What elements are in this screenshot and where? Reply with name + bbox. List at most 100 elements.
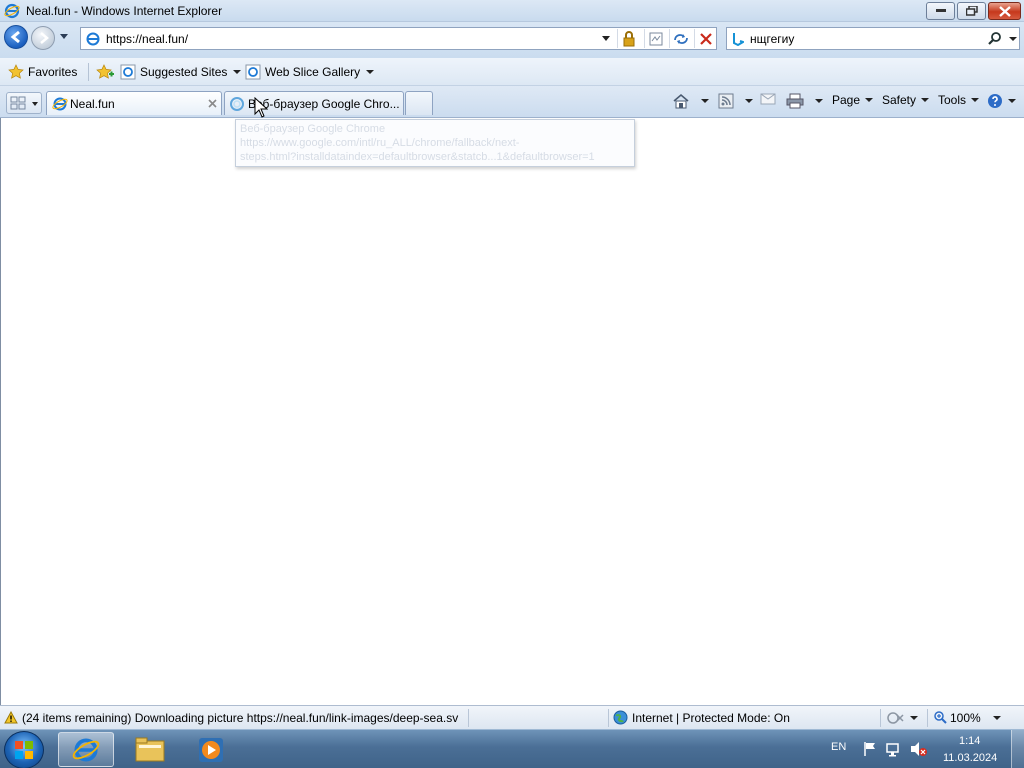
favorites-bar: Favorites Suggested Sites Web Slice Gall… xyxy=(0,58,1024,86)
search-icon[interactable] xyxy=(988,31,1002,45)
address-url[interactable]: https://neal.fun/ xyxy=(106,32,188,46)
tooltip-url-line: https://www.google.com/intl/ru_ALL/chrom… xyxy=(240,137,520,149)
taskbar-explorer-button[interactable] xyxy=(122,732,178,767)
windows-start-icon xyxy=(15,741,33,759)
tab-neal-fun[interactable]: Neal.fun xyxy=(46,91,222,115)
maximize-button[interactable] xyxy=(957,2,986,20)
media-player-icon xyxy=(199,738,223,762)
taskbar-ie-button[interactable] xyxy=(58,732,114,767)
web-slice-gallery-label: Web Slice Gallery xyxy=(265,65,361,79)
clock-time[interactable]: 1:14 xyxy=(959,735,980,747)
flag-icon[interactable] xyxy=(862,741,878,757)
tab-label: Neal.fun xyxy=(70,97,115,111)
tools-menu[interactable]: Tools xyxy=(938,93,980,107)
page-menu[interactable]: Page xyxy=(832,93,874,107)
tab-google-chrome[interactable]: Веб-браузер Google Chro... xyxy=(224,91,404,115)
forward-icon xyxy=(40,32,49,44)
chevron-down-icon xyxy=(921,98,930,102)
start-button[interactable] xyxy=(4,731,44,768)
print-button[interactable] xyxy=(786,93,823,109)
search-options-dropdown[interactable] xyxy=(1009,37,1017,41)
navigation-bar: https://neal.fun/ нщгегиу xyxy=(0,22,1024,58)
zoom-dropdown[interactable] xyxy=(993,716,1001,720)
chevron-down-icon xyxy=(1008,99,1016,103)
stop-button[interactable] xyxy=(694,29,716,48)
explorer-folder-icon xyxy=(135,737,165,762)
back-button[interactable] xyxy=(4,25,28,49)
new-tab-button[interactable] xyxy=(405,91,433,115)
help-button[interactable] xyxy=(987,93,1016,109)
search-box[interactable]: нщгегиу xyxy=(726,27,1020,50)
feeds-icon xyxy=(718,93,734,109)
favorites-button[interactable]: Favorites xyxy=(8,64,77,80)
suggested-sites-button[interactable]: Suggested Sites xyxy=(120,64,242,80)
mouse-cursor-icon xyxy=(254,97,268,118)
language-indicator[interactable]: EN xyxy=(831,741,846,753)
read-mail-button[interactable] xyxy=(760,93,776,105)
close-tab-icon[interactable] xyxy=(208,99,217,108)
refresh-button[interactable] xyxy=(669,29,691,48)
protected-mode-icon[interactable] xyxy=(887,711,905,725)
minimize-button[interactable] xyxy=(926,2,955,20)
tab-list-dropdown[interactable] xyxy=(32,102,38,106)
tab-tooltip: Веб-браузер Google Chrome https://www.go… xyxy=(235,119,635,167)
warning-icon[interactable] xyxy=(4,711,18,724)
recent-pages-dropdown[interactable] xyxy=(60,34,68,39)
taskbar-media-player-button[interactable] xyxy=(184,732,240,767)
chevron-down-icon xyxy=(745,99,753,103)
read-mail-icon xyxy=(760,93,776,105)
lock-icon xyxy=(623,30,634,46)
suggested-sites-label: Suggested Sites xyxy=(140,65,228,79)
compatibility-view-button[interactable] xyxy=(644,29,666,48)
zoom-icon xyxy=(934,711,947,724)
clock-date[interactable]: 11.03.2024 xyxy=(943,752,997,764)
globe-icon xyxy=(613,710,628,725)
status-text: (24 items remaining) Downloading picture… xyxy=(22,711,459,725)
window-title: Neal.fun - Windows Internet Explorer xyxy=(26,4,223,18)
forward-button[interactable] xyxy=(31,26,55,50)
security-zone[interactable]: Internet | Protected Mode: On xyxy=(632,711,790,725)
chevron-down-icon xyxy=(701,99,709,103)
volume-muted-icon[interactable] xyxy=(910,741,928,757)
home-button[interactable] xyxy=(672,93,709,109)
home-icon xyxy=(673,93,689,109)
restore-icon xyxy=(965,6,978,16)
tab-label: Веб-браузер Google Chro... xyxy=(248,97,400,111)
page-content[interactable] xyxy=(0,118,1024,705)
favorites-label: Favorites xyxy=(28,65,78,79)
chevron-down-icon xyxy=(971,98,980,102)
search-input[interactable]: нщгегиу xyxy=(750,32,794,46)
quick-tabs-button[interactable] xyxy=(6,92,42,114)
help-icon xyxy=(988,94,1002,108)
add-favorites-icon[interactable] xyxy=(96,64,114,80)
address-bar[interactable]: https://neal.fun/ xyxy=(80,27,717,50)
status-divider xyxy=(608,709,609,727)
favorites-star-icon xyxy=(8,64,24,79)
status-divider xyxy=(880,709,881,727)
minimize-icon xyxy=(935,9,946,12)
chevron-down-icon xyxy=(233,70,242,74)
safety-menu[interactable]: Safety xyxy=(882,93,930,107)
tools-menu-label: Tools xyxy=(938,93,967,107)
ie-icon xyxy=(72,738,100,762)
stop-icon xyxy=(699,32,712,45)
web-slice-gallery-button[interactable]: Web Slice Gallery xyxy=(245,64,375,80)
chevron-down-icon xyxy=(815,99,823,103)
title-bar: Neal.fun - Windows Internet Explorer xyxy=(0,0,1024,22)
quick-tabs-icon xyxy=(10,96,26,110)
back-icon xyxy=(10,30,20,44)
protected-mode-dropdown[interactable] xyxy=(910,716,918,720)
close-button[interactable] xyxy=(988,2,1021,20)
close-icon xyxy=(998,5,1011,17)
ie-icon xyxy=(52,97,68,111)
tooltip-url-line: steps.html?installdataindex=defaultbrows… xyxy=(240,151,595,163)
refresh-icon xyxy=(673,33,688,44)
page-menu-label: Page xyxy=(832,93,861,107)
show-desktop-button[interactable] xyxy=(1011,730,1024,768)
address-dropdown[interactable] xyxy=(602,36,610,41)
compat-view-icon xyxy=(649,32,662,45)
network-icon[interactable] xyxy=(886,741,902,757)
security-report-button[interactable] xyxy=(617,29,639,48)
feeds-button[interactable] xyxy=(718,93,753,109)
zoom-level[interactable]: 100% xyxy=(950,711,981,725)
